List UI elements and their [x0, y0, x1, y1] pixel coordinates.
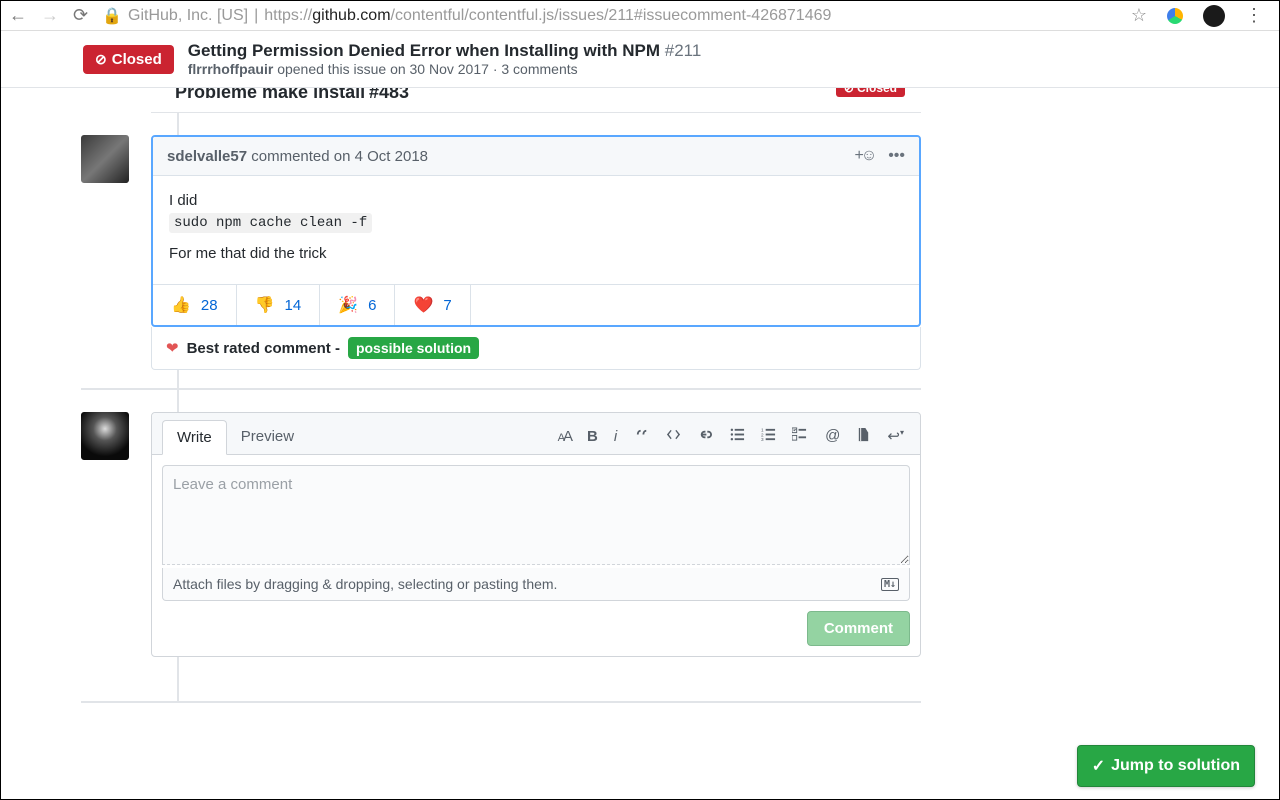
related-issue-row[interactable]: Probleme make install #483 ⊘ Closed [151, 88, 921, 111]
heart-icon: ❤ [166, 339, 179, 357]
possible-solution-tag: possible solution [348, 337, 479, 359]
closed-issue-icon: ⊘ [95, 51, 107, 68]
composer-tabs: Write Preview AA B i [152, 413, 920, 455]
jump-label: Jump to solution [1111, 757, 1240, 775]
issue-date: on 30 Nov 2017 [390, 61, 489, 77]
hooray-icon: 🎉 [338, 295, 358, 315]
related-issue-ref: #483 [369, 88, 409, 102]
back-button[interactable]: ← [9, 5, 27, 26]
extension-icon[interactable] [1167, 8, 1183, 24]
comment-body: I did sudo npm cache clean -f For me tha… [153, 176, 919, 284]
add-reaction-button[interactable]: +☺ [855, 147, 875, 165]
issue-meta: flrrrhoffpauir opened this issue on 30 N… [188, 61, 702, 77]
comment-verb: commented [251, 148, 329, 165]
bottom-divider [81, 701, 921, 703]
issue-state-badge: ⊘ Closed [83, 45, 174, 74]
italic-icon[interactable]: i [614, 428, 617, 445]
issue-opened-text: opened this issue [277, 61, 386, 77]
issue-comments-count: 3 comments [501, 61, 577, 77]
jump-to-solution-button[interactable]: ✓ Jump to solution [1077, 745, 1255, 787]
more-menu-icon[interactable]: ⋮ [1245, 5, 1263, 26]
best-rated-bar: ❤ Best rated comment - possible solution [151, 327, 921, 370]
reaction-hooray[interactable]: 🎉 6 [320, 285, 395, 325]
issue-header: ⊘ Closed Getting Permission Denied Error… [1, 31, 1279, 88]
attach-hint-row[interactable]: Attach files by dragging & dropping, sel… [162, 568, 910, 601]
ordered-list-icon[interactable]: 123 [761, 427, 776, 446]
best-rated-label: Best rated comment - [187, 340, 340, 357]
related-issue-state: ⊘ Closed [836, 88, 905, 97]
comment-composer: Write Preview AA B i [151, 412, 921, 657]
url-prefix: https:// [264, 7, 312, 24]
tab-preview[interactable]: Preview [227, 420, 308, 453]
comment-card: sdelvalle57 commented on 4 Oct 2018 +☺ •… [151, 135, 921, 327]
reactions-bar: 👍 28 👎 14 🎉 6 ❤️ 7 [153, 284, 919, 325]
address-bar[interactable]: 🔒 GitHub, Inc. [US] | https://github.com… [102, 6, 1117, 26]
issue-title: Getting Permission Denied Error when Ins… [188, 41, 702, 61]
svg-text:3: 3 [761, 437, 764, 442]
reload-button[interactable]: ⟳ [73, 5, 88, 26]
comment-textarea[interactable] [162, 465, 910, 565]
text-size-icon[interactable]: AA [558, 428, 571, 445]
issue-author[interactable]: flrrrhoffpauir [188, 61, 274, 77]
browser-bar: ← → ⟳ 🔒 GitHub, Inc. [US] | https://gith… [1, 1, 1279, 31]
current-user-avatar[interactable] [81, 412, 129, 460]
check-icon: ✓ [1092, 756, 1105, 776]
attach-hint-text: Attach files by dragging & dropping, sel… [173, 576, 557, 592]
reaction-count: 6 [368, 297, 376, 314]
lock-icon: 🔒 [102, 6, 122, 26]
reaction-thumbs-down[interactable]: 👎 14 [237, 285, 321, 325]
reaction-thumbs-up[interactable]: 👍 28 [153, 285, 237, 325]
comment-code: sudo npm cache clean -f [169, 213, 372, 233]
profile-avatar-icon[interactable] [1203, 5, 1225, 27]
reaction-count: 7 [443, 297, 451, 314]
related-border [151, 111, 921, 113]
heart-icon: ❤️ [413, 295, 433, 315]
thumbs-up-icon: 👍 [171, 295, 191, 315]
markdown-toolbar: AA B i 123 [558, 427, 910, 446]
reply-icon[interactable]: ↩▾ [887, 427, 904, 446]
comment-author[interactable]: sdelvalle57 [167, 148, 247, 165]
markdown-badge-icon[interactable]: M↓ [881, 578, 899, 591]
section-divider [81, 388, 921, 390]
tab-write[interactable]: Write [162, 420, 227, 455]
comment-actions-menu[interactable]: ••• [888, 147, 905, 165]
mention-icon[interactable]: @ [825, 427, 840, 446]
comment-line2: For me that did the trick [169, 245, 903, 262]
reaction-count: 14 [285, 297, 302, 314]
url-separator: | [254, 7, 258, 25]
comment-header: sdelvalle57 commented on 4 Oct 2018 +☺ •… [153, 137, 919, 176]
closed-issue-icon: ⊘ [844, 88, 854, 95]
url-path: /contentful/contentful.js/issues/211#iss… [391, 7, 832, 24]
submit-comment-button[interactable]: Comment [807, 611, 910, 646]
quote-icon[interactable] [635, 427, 650, 446]
link-icon[interactable] [697, 427, 712, 446]
issue-number: #211 [665, 41, 702, 60]
reaction-heart[interactable]: ❤️ 7 [395, 285, 470, 325]
commenter-avatar[interactable] [81, 135, 129, 183]
reaction-count: 28 [201, 297, 218, 314]
thumbs-down-icon: 👎 [255, 295, 275, 315]
issue-title-text: Getting Permission Denied Error when Ins… [188, 41, 660, 60]
comment-date[interactable]: on 4 Oct 2018 [334, 148, 428, 165]
forward-button[interactable]: → [41, 5, 59, 26]
task-list-icon[interactable] [792, 427, 807, 446]
saved-replies-icon[interactable] [856, 427, 871, 446]
issue-state-label: Closed [112, 51, 162, 68]
bold-icon[interactable]: B [587, 428, 598, 445]
meta-dot: · [493, 61, 498, 77]
comment-line1: I did [169, 192, 903, 209]
related-issue-title: Probleme make install [175, 88, 365, 102]
unordered-list-icon[interactable] [730, 427, 745, 446]
url-domain: github.com [312, 7, 390, 24]
url-org: GitHub, Inc. [US] [128, 7, 248, 25]
code-icon[interactable] [666, 427, 681, 446]
bookmark-star-icon[interactable]: ☆ [1131, 5, 1147, 26]
